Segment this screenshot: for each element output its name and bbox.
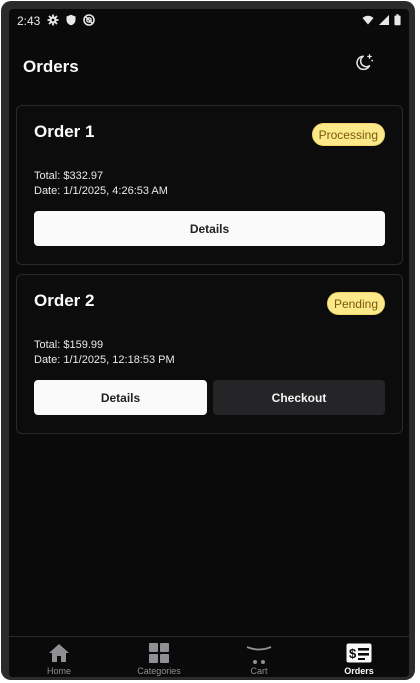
order-title: Order 1	[34, 122, 95, 141]
nav-label: Categories	[137, 666, 181, 676]
page-title: Orders	[23, 57, 79, 76]
details-button[interactable]: Details	[34, 380, 207, 415]
order-date: Date: 1/1/2025, 4:26:53 AM	[34, 185, 168, 197]
order-card: Order 2 Pending Total: $159.99 Date: 1/1…	[16, 274, 403, 434]
nav-label: Orders	[344, 666, 374, 676]
gear-icon	[47, 14, 59, 26]
device-frame: 2:43 Orders Order 1 Processing Total: $3…	[1, 1, 415, 680]
order-total: Total: $159.99	[34, 339, 104, 351]
status-time: 2:43	[17, 14, 41, 28]
checkout-button[interactable]: Checkout	[213, 380, 385, 415]
battery-icon	[394, 14, 401, 26]
grid-icon	[149, 643, 169, 663]
status-right-icons	[362, 14, 401, 26]
nav-item-home[interactable]: Home	[9, 637, 109, 677]
home-icon	[49, 644, 69, 662]
status-left-icons	[47, 14, 95, 26]
status-badge: Processing	[311, 123, 385, 146]
order-card: Order 1 Processing Total: $332.97 Date: …	[16, 105, 403, 265]
shield-icon	[66, 14, 76, 26]
sync-icon	[83, 14, 95, 26]
nav-label: Cart	[250, 666, 268, 676]
cart-icon	[246, 646, 272, 664]
order-date: Date: 1/1/2025, 12:18:53 PM	[34, 354, 175, 366]
nav-label: Home	[46, 666, 71, 676]
theme-toggle-button[interactable]	[352, 50, 378, 76]
nav-item-categories[interactable]: Categories	[109, 637, 209, 677]
moon-icon	[356, 54, 374, 71]
nav-item-cart[interactable]: Cart	[209, 637, 309, 677]
bottom-nav: Home Categories Cart $ Orders	[9, 636, 409, 677]
receipt-icon: $	[346, 643, 372, 663]
status-bar: 2:43	[9, 9, 409, 33]
svg-text:$: $	[349, 646, 357, 661]
order-total: Total: $332.97	[34, 170, 104, 182]
order-title: Order 2	[34, 291, 95, 310]
wifi-icon	[362, 15, 374, 25]
nav-item-orders[interactable]: $ Orders	[309, 637, 409, 677]
status-badge: Pending	[326, 292, 385, 315]
signal-icon	[379, 15, 389, 25]
details-button[interactable]: Details	[34, 211, 385, 246]
app-screen: 2:43 Orders Order 1 Processing Total: $3…	[9, 9, 409, 677]
